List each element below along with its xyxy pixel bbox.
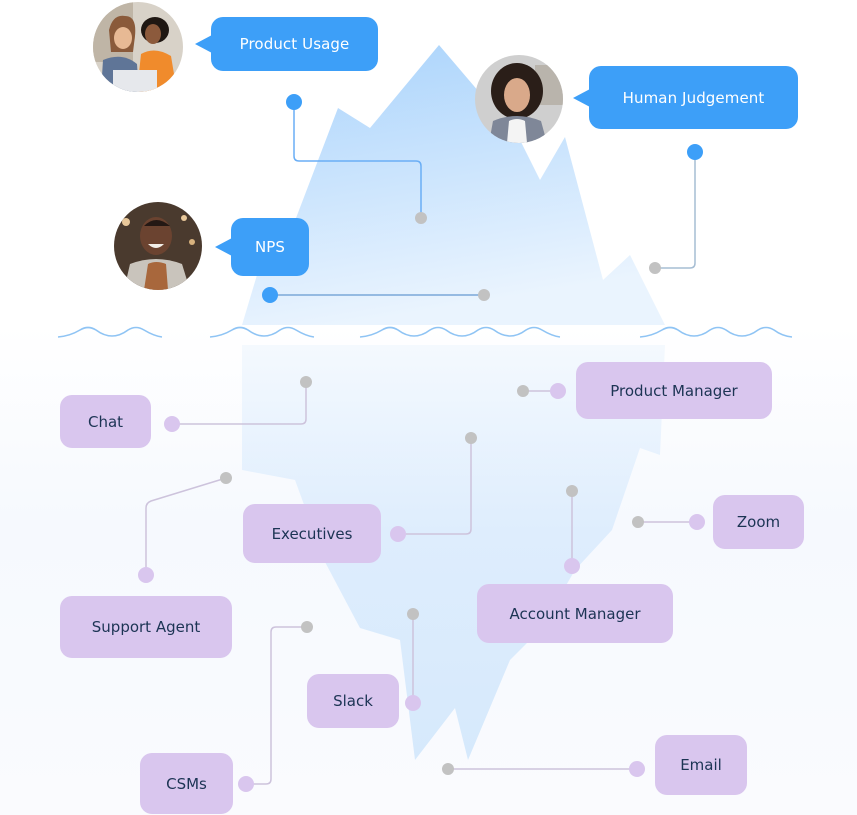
- iceberg-diagram: Product Usage Human Judgement NPS Chat P…: [0, 0, 857, 815]
- dot-product-usage-start: [286, 94, 302, 110]
- dot-email-start: [629, 761, 645, 777]
- dot-zoom-end: [632, 516, 644, 528]
- tag-label: Account Manager: [509, 604, 641, 623]
- tag-chat: Chat: [60, 395, 151, 448]
- dot-executives-start: [390, 526, 406, 542]
- avatar-product-usage: [93, 2, 183, 92]
- avatar-human-judgement: [475, 55, 563, 143]
- tag-label: Chat: [87, 412, 124, 431]
- wave: [359, 326, 561, 338]
- connector-csms: [246, 626, 307, 785]
- callout-nps: NPS: [215, 218, 309, 276]
- dot-slack-end: [407, 608, 419, 620]
- callout-product-usage: Product Usage: [195, 17, 378, 71]
- tag-label: Product Manager: [610, 381, 738, 400]
- avatar-nps: [114, 202, 202, 290]
- connector-human-judgement: [655, 152, 696, 269]
- dot-chat-end: [300, 376, 312, 388]
- curly-haired-woman-photo-icon: [475, 55, 563, 143]
- dot-nps-end: [478, 289, 490, 301]
- tag-label: Zoom: [736, 513, 781, 531]
- dot-human-judgement-start: [687, 144, 703, 160]
- callout-label: Product Usage: [239, 35, 350, 53]
- wave: [209, 326, 315, 338]
- dot-chat-start: [164, 416, 180, 432]
- dot-csms-end: [301, 621, 313, 633]
- dot-support-agent-end: [220, 472, 232, 484]
- dot-account-manager-end: [566, 485, 578, 497]
- dot-account-manager-start: [564, 558, 580, 574]
- tag-support-agent: Support Agent: [60, 596, 232, 658]
- tag-email: Email: [655, 735, 747, 795]
- tag-label: Support Agent: [91, 618, 201, 636]
- dot-support-agent-start: [138, 567, 154, 583]
- tag-label: CSMs: [166, 774, 207, 793]
- dot-product-manager-start: [550, 383, 566, 399]
- water-line: [57, 326, 793, 338]
- dot-product-usage-end: [415, 212, 427, 224]
- dot-csms-start: [238, 776, 254, 792]
- dot-nps-start: [262, 287, 278, 303]
- dot-human-judgement-end: [649, 262, 661, 274]
- wave: [639, 326, 793, 338]
- tag-slack: Slack: [307, 674, 399, 728]
- tag-executives: Executives: [243, 504, 381, 563]
- tag-product-manager: Product Manager: [576, 362, 772, 419]
- smiling-man-photo-icon: [114, 202, 202, 290]
- wave: [57, 326, 163, 338]
- tag-label: Executives: [271, 524, 353, 543]
- tag-label: Slack: [333, 692, 373, 710]
- tag-account-manager: Account Manager: [477, 584, 673, 643]
- dot-zoom-start: [689, 514, 705, 530]
- callout-label: Human Judgement: [622, 88, 765, 107]
- tag-label: Email: [680, 756, 722, 774]
- tag-zoom: Zoom: [713, 495, 804, 549]
- dot-executives-end: [465, 432, 477, 444]
- tag-csms: CSMs: [140, 753, 233, 814]
- dot-slack-start: [405, 695, 421, 711]
- dot-product-manager-end: [517, 385, 529, 397]
- callout-label: NPS: [254, 238, 286, 256]
- callout-human-judgement: Human Judgement: [573, 66, 798, 129]
- two-women-laptop-photo-icon: [93, 2, 183, 92]
- dot-email-end: [442, 763, 454, 775]
- connector-support-agent: [145, 477, 227, 575]
